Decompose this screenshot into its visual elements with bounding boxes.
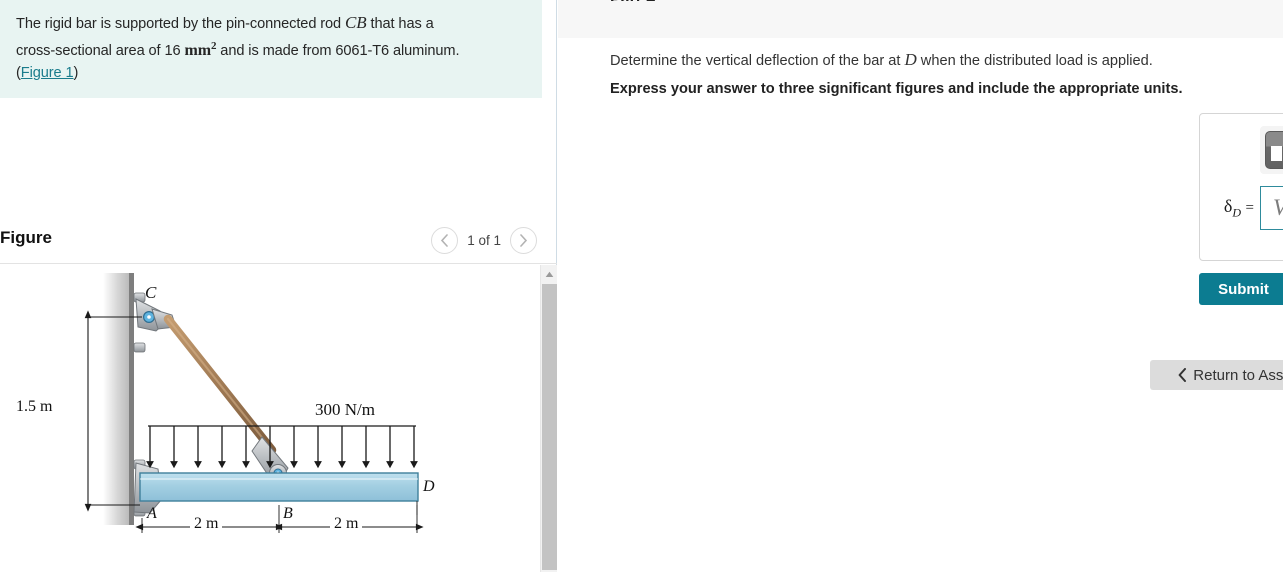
math-template-icon [1271,137,1283,163]
problem-line1-a: The rigid bar is supported by the pin-co… [16,16,346,32]
problem-line2-b: and is made from 6061-T6 aluminum. [216,42,460,59]
chevron-left-icon [441,234,449,247]
wall-plate [129,273,134,525]
figure-label-a: A [147,505,157,522]
part-header-band: Part A [558,0,1283,38]
figure-label-b: B [283,505,293,522]
equals-sign: = [1245,199,1254,216]
figure-navigation: 1 of 1 [431,227,537,254]
question-prompt: Determine the vertical deflection of the… [610,50,1153,70]
problem-line2-a: cross-sectional area of 16 [16,42,185,59]
right-panel: Part A Determine the vertical deflection… [558,0,1283,572]
submit-button[interactable]: Submit [1199,273,1283,305]
part-header-title: Part A [610,0,657,1]
answer-entry-card: μÅ [1199,113,1283,261]
rigid-bar [139,472,419,502]
return-to-assignment-label: Return to Assignment [1193,366,1283,384]
answer-instruction: Express your answer to three significant… [610,81,1183,97]
answer-input-row: δD = [1212,186,1283,230]
chevron-left-icon [1178,368,1187,382]
return-to-assignment-button[interactable]: Return to Assignment [1150,360,1283,390]
figure-label-span-left: 2 m [190,515,223,533]
math-entry-toolbar: μÅ [1260,126,1283,174]
figure-label-height: 1.5 m [16,398,53,415]
left-panel: The rigid bar is supported by the pin-co… [0,0,557,572]
question-variable: D [904,50,917,69]
problem-statement-box: The rigid bar is supported by the pin-co… [0,0,542,98]
figure-label-load: 300 N/m [315,400,375,419]
wall-surface [103,273,131,525]
figure-canvas: C A B D 300 N/m 1.5 m 2 m 2 m [0,265,557,572]
figure-1-link[interactable]: Figure 1 [21,65,74,81]
figure-scrollbar[interactable] [540,265,557,572]
rod-name: CB [345,13,367,32]
figure-prev-button[interactable] [431,227,459,254]
problem-line1-b: that has a [366,16,434,32]
figure-next-button[interactable] [510,227,537,254]
figure-header: Figure 1 of 1 [0,222,557,264]
distributed-load-arrows [146,426,418,469]
figure-label-c: C [145,283,157,302]
figure-label-span-right: 2 m [330,515,363,533]
triangle-up-icon [545,271,554,277]
beam-diagram [84,273,424,533]
delta-subscript: D [1232,205,1242,220]
figure-link-paren-close: ) [73,64,79,81]
chevron-right-icon [520,234,528,247]
area-unit: mm [184,41,211,59]
figure-panel-title: Figure [0,228,52,247]
question-pre: Determine the vertical deflection of the… [610,53,905,69]
problem-statement-text: The rigid bar is supported by the pin-co… [16,12,524,84]
figure-label-d: D [423,478,435,495]
figure-counter: 1 of 1 [467,233,501,248]
scrollbar-up-button[interactable] [541,265,557,283]
mastering-physics-problem-page: The rigid bar is supported by the pin-co… [0,0,1283,572]
answer-value-input[interactable] [1260,186,1283,230]
question-post: when the distributed load is applied. [916,53,1153,69]
scrollbar-thumb[interactable] [542,284,557,570]
math-template-button[interactable] [1265,131,1283,169]
answer-symbol-label: δD = [1212,196,1260,221]
